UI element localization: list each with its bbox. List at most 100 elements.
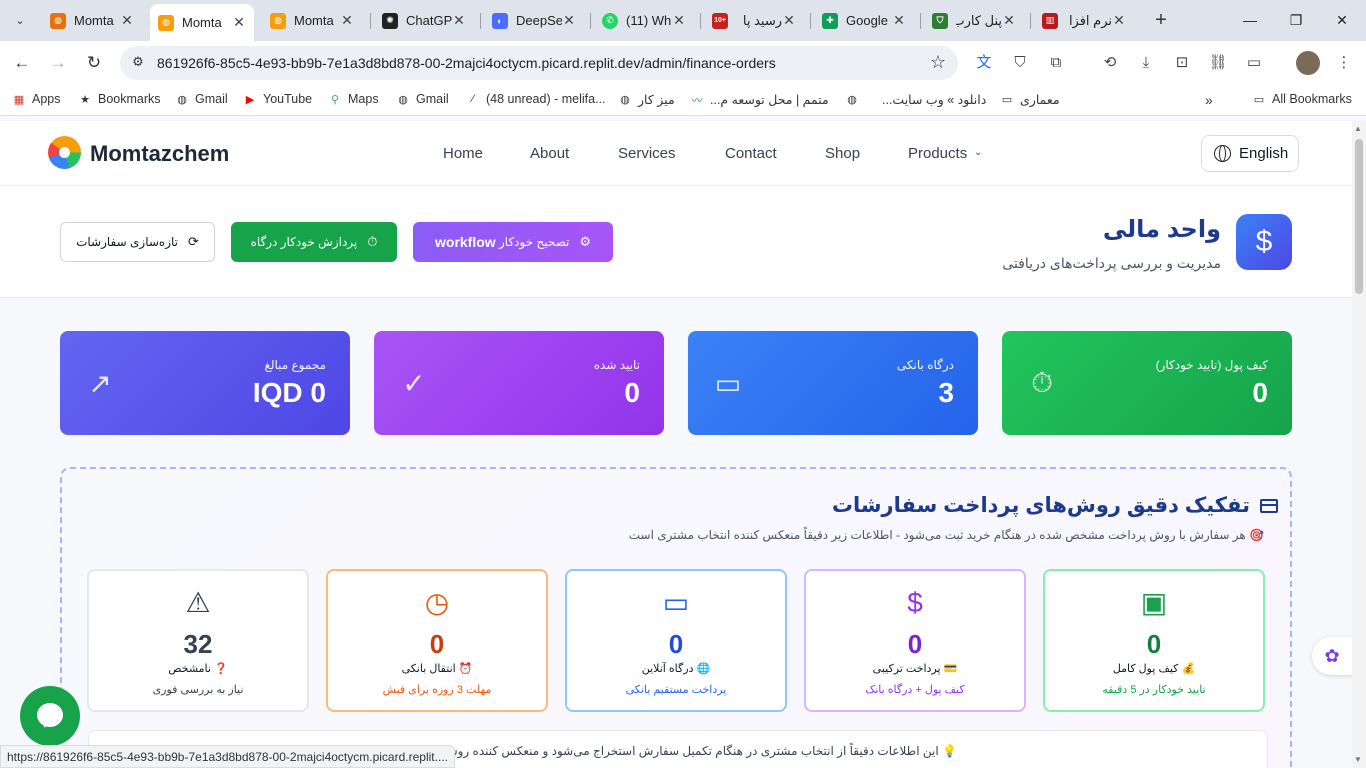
stat-card-approved: تایید شده 0 ✓	[374, 331, 664, 435]
stat-label: کیف پول (تایید خودکار)	[1155, 358, 1268, 372]
tab-whatsapp[interactable]: ✆ (11) Wh ✕	[594, 6, 694, 35]
close-tab-icon[interactable]: ✕	[120, 12, 134, 29]
reload-icon[interactable]: ↻	[82, 51, 106, 75]
chat-widget-button[interactable]	[20, 686, 80, 746]
scrollbar-thumb[interactable]	[1355, 139, 1363, 294]
bookmark-maps[interactable]: ⚲ Maps	[328, 92, 379, 106]
close-tab-icon[interactable]: ✕	[562, 12, 576, 29]
tab-gmail-receipt[interactable]: 10+ رسید پا ✕	[704, 6, 804, 35]
workflow-fix-button[interactable]: ⚙ تصحیح خودکار workflow	[413, 222, 613, 262]
nav-shop[interactable]: Shop	[825, 145, 860, 162]
tab-momtazchem-3[interactable]: ◍ Momta ✕	[262, 6, 362, 35]
stat-card-wallet: کیف پول (تایید خودکار) 0 ⏱	[1002, 331, 1292, 435]
bookmarks-overflow-chevron-icon[interactable]: »	[1205, 92, 1213, 108]
tab-deepseek[interactable]: ◐ DeepSe ✕	[484, 6, 584, 35]
all-bookmarks-folder[interactable]: ▭ All Bookmarks	[1252, 92, 1352, 106]
refresh-orders-button[interactable]: ⟳ تازه‌سازی سفارشات	[60, 222, 215, 262]
close-tab-icon[interactable]: ✕	[672, 12, 686, 29]
close-window-icon[interactable]: ✕	[1330, 8, 1354, 32]
reading-list-icon[interactable]: ▭	[1242, 51, 1266, 75]
bookmark-folder-architecture[interactable]: ▭ معماری	[1000, 92, 1060, 107]
link-icon[interactable]: ⛓	[1206, 51, 1230, 75]
bookmark-desk[interactable]: ◍ میز کار	[618, 92, 674, 107]
bookmark-gmail[interactable]: ◍ Gmail	[175, 92, 227, 106]
close-tab-icon[interactable]: ✕	[1112, 12, 1126, 29]
close-tab-icon[interactable]: ✕	[232, 14, 246, 31]
tab-software[interactable]: ▥ نرم افزا ✕	[1034, 6, 1134, 35]
close-tab-icon[interactable]: ✕	[1002, 12, 1016, 29]
nav-contact[interactable]: Contact	[725, 145, 777, 162]
tab-chatgpt[interactable]: ✺ ChatGP ✕	[374, 6, 474, 35]
close-tab-icon[interactable]: ✕	[892, 12, 906, 29]
tab-separator	[480, 13, 481, 29]
tab-search-icon[interactable]: ⌄	[8, 8, 32, 32]
scroll-down-arrow-icon[interactable]: ▼	[1354, 755, 1362, 764]
forward-arrow-icon[interactable]: →	[46, 51, 70, 75]
assistant-brain-icon[interactable]: ✿	[1312, 637, 1352, 675]
method-count: 32	[183, 629, 213, 659]
stat-label: تایید شده	[593, 358, 640, 372]
gateway-auto-process-button[interactable]: ⏱ پردازش خودکار درگاه	[231, 222, 397, 262]
more-menu-icon[interactable]: ⋮	[1332, 51, 1356, 75]
credit-card-icon: ▭	[662, 587, 690, 618]
tab-title: رسید پا	[742, 12, 782, 28]
scroll-up-arrow-icon[interactable]: ▲	[1354, 124, 1362, 133]
bookmark-yahoo-mail[interactable]: ⁄ (48 unread) - melifa...	[466, 92, 605, 106]
new-tab-plus-icon[interactable]: +	[1150, 9, 1172, 31]
page-scrollbar[interactable]: ▲ ▼	[1352, 121, 1366, 768]
minimize-window-icon[interactable]: —	[1238, 8, 1262, 32]
download-icon[interactable]: ⤓	[1134, 51, 1158, 75]
gmail-favicon-icon: 10+	[712, 12, 728, 29]
youtube-icon: ▶	[245, 93, 255, 106]
chat-bubble-icon	[37, 703, 63, 727]
method-card-unknown: ⚠ 32 ❓ نامشخص نیاز به بررسی فوری	[87, 569, 309, 712]
tab-momtazchem-1[interactable]: ◍ Momta ✕	[42, 6, 142, 35]
method-note: کیف پول + درگاه بانک	[865, 684, 965, 696]
bookmark-untitled[interactable]: ◍	[845, 92, 865, 106]
site-settings-icon[interactable]: ⚙	[129, 54, 147, 72]
history-icon[interactable]: ⟲	[1098, 51, 1122, 75]
bookmark-bookmarks[interactable]: ★ Bookmarks	[78, 92, 160, 106]
warning-triangle-icon: ⚠	[185, 587, 211, 618]
vpn-shield-extension-icon[interactable]: ⛉	[1008, 51, 1032, 75]
chevron-down-icon[interactable]: ⌄	[974, 147, 982, 158]
bookmark-motamem[interactable]: 〰 متمم | محل توسعه م...	[690, 92, 829, 107]
bookmark-label: YouTube	[263, 92, 313, 106]
nav-services[interactable]: Services	[618, 145, 676, 162]
profile-avatar[interactable]	[1296, 51, 1320, 75]
bookmark-gmail-2[interactable]: ◍ Gmail	[396, 92, 448, 106]
address-url[interactable]: 861926f6-85c5-4e93-bb9b-7e1a3d8bd878-00-…	[157, 55, 776, 71]
screenshot-icon[interactable]: ⊡	[1170, 51, 1194, 75]
star-icon: ★	[80, 93, 90, 106]
momtazchem-logo[interactable]	[48, 136, 81, 169]
bookmark-youtube[interactable]: ▶ YouTube	[243, 92, 312, 106]
address-bar[interactable]: ⚙ 861926f6-85c5-4e93-bb9b-7e1a3d8bd878-0…	[120, 46, 958, 80]
tab-title: نرم افزا	[1068, 12, 1112, 28]
check-circle-icon: ✓	[402, 367, 426, 399]
nav-home[interactable]: Home	[443, 145, 483, 162]
chatgpt-favicon-icon: ✺	[382, 12, 398, 29]
yahoo-icon: ⁄	[472, 93, 474, 105]
close-tab-icon[interactable]: ✕	[452, 12, 466, 29]
bookmark-apps[interactable]: ▦ Apps	[12, 92, 61, 106]
bookmark-download-site[interactable]: دانلود » وب سایت...	[882, 92, 986, 107]
restore-window-icon[interactable]: ❐	[1284, 8, 1308, 32]
method-note: نیاز به بررسی فوری	[152, 684, 244, 696]
tab-google-sheets[interactable]: ✚ Google ✕	[814, 6, 914, 35]
language-selector[interactable]: English	[1201, 135, 1299, 172]
stopwatch-icon: ⏱	[367, 234, 378, 249]
brand-name[interactable]: Momtazchem	[90, 141, 229, 167]
close-tab-icon[interactable]: ✕	[340, 12, 354, 29]
method-card-full-wallet: ▣ 0 💰 کیف پول کامل تایید خودکار در 5 دقی…	[1043, 569, 1265, 712]
bookmark-star-icon[interactable]: ☆	[930, 52, 946, 73]
translate-extension-icon[interactable]: 文	[972, 51, 996, 75]
tab-user-panel[interactable]: ⛉ پنل کارب ✕	[924, 6, 1024, 35]
nav-about[interactable]: About	[530, 145, 569, 162]
close-tab-icon[interactable]: ✕	[782, 12, 796, 29]
tab-momtazchem-active[interactable]: ◍ Momta ✕	[150, 4, 254, 41]
back-arrow-icon[interactable]: ←	[10, 51, 34, 75]
extensions-puzzle-icon[interactable]: ⧉	[1044, 51, 1068, 75]
method-count: 0	[1146, 629, 1162, 659]
nav-products[interactable]: Products	[908, 145, 967, 162]
status-bar-url: https://861926f6-85c5-4e93-bb9b-7e1a3d8b…	[0, 745, 455, 768]
